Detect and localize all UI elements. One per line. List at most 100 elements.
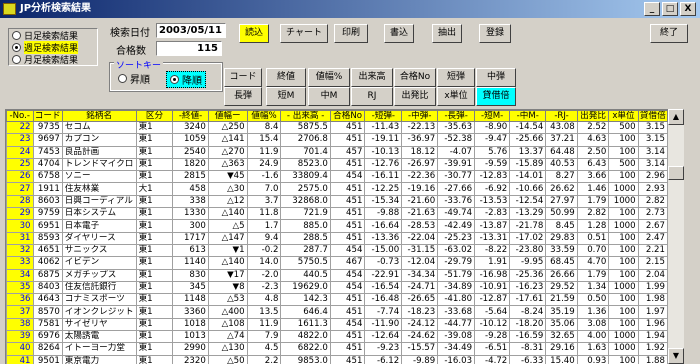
table-cell: 27.97 — [545, 194, 578, 209]
column-header[interactable]: 合格No — [329, 110, 366, 122]
extract-button[interactable]: 抽出 — [432, 24, 462, 43]
sort-unit-button[interactable]: x単位 — [437, 87, 475, 106]
chart-button[interactable]: チャート — [280, 24, 328, 43]
column-header[interactable]: 値幅% — [246, 110, 282, 122]
table-row[interactable]: 29 9759 日本システム 東1 1330 △140 11.8 721.9 451 -9.88-… — [6, 207, 668, 221]
table-row[interactable]: 39 6976 太陽誘電 東1 1013 △74 7.9 4822.0 451 -12.64 -24… — [6, 330, 668, 344]
table-cell: -9.47 — [474, 133, 511, 147]
column-header[interactable]: -RJ- — [545, 110, 578, 122]
column-header[interactable]: -中弾- — [401, 110, 439, 122]
date-field[interactable]: 2003/05/11 — [156, 23, 226, 38]
sort-lending-ratio-button[interactable]: 貸借倍 — [476, 87, 516, 106]
table-cell: 451 — [329, 330, 366, 344]
column-header[interactable]: 銘柄名 — [61, 110, 137, 122]
table-row[interactable]: 28 8603 日興コーディアル 東1 338 △12 3.7 32868.0 451 -15.3… — [6, 194, 668, 209]
write-button[interactable]: 書込 — [384, 24, 414, 43]
sort-desc[interactable]: 降順 — [166, 71, 206, 88]
table-cell: -22.13 — [401, 120, 439, 135]
minimize-button[interactable]: _ — [644, 2, 660, 16]
sort-mid-m-button[interactable]: 中M — [308, 87, 350, 106]
sort-close-button[interactable]: 終値 — [266, 68, 306, 87]
table-cell: 64.48 — [545, 145, 578, 159]
table-row[interactable]: 33 4062 イビデン 東1 1140 △140 14.0 5750.5 467 -0.73 -1… — [6, 256, 668, 270]
table-cell: 40 — [6, 342, 34, 356]
exit-button[interactable]: 終了 — [650, 24, 688, 43]
table-cell: 29.16 — [545, 342, 578, 356]
table-row[interactable]: 24 7453 良品計画 東1 2540 △270 11.9 701.4 457 -10.13 18… — [6, 145, 668, 159]
results-grid: -No.- コード 銘柄名 区分 -終値- 値幅ー 値幅% - 出来高 - 合格No -短弾- -中… — [5, 109, 668, 364]
table-cell: 24 — [6, 145, 34, 159]
table-cell: 23 — [6, 133, 34, 147]
table-cell: -6.92 — [474, 182, 511, 196]
sort-short-m-button[interactable]: 短M — [266, 87, 306, 106]
table-row[interactable]: 32 4651 サニックス 東1 613 ▼1 -0.2 287.7 454 -15.00 -31.… — [6, 243, 668, 258]
table-cell: 451 — [329, 354, 366, 364]
table-row[interactable]: 27 1911 住友林業 大1 458 △30 7.0 2575.0 451 -12.25 -19.… — [6, 182, 668, 196]
column-header[interactable]: -短弾- — [364, 110, 403, 122]
column-header[interactable]: コード — [32, 110, 63, 122]
table-cell: 1.94 — [637, 330, 668, 344]
table-cell: 454 — [329, 317, 366, 332]
sort-volume-button[interactable]: 出来高 — [351, 68, 393, 87]
column-header[interactable]: x単位 — [608, 110, 639, 122]
table-cell: 454 — [329, 268, 366, 282]
table-cell: 東1 — [135, 194, 174, 209]
table-row[interactable]: 40 8264 イトーヨー力堂 東1 2990 △130 4.5 6822.0 451 -9.23… — [6, 342, 668, 356]
sort-code-button[interactable]: コード — [224, 68, 262, 87]
table-cell: -15.34 — [364, 194, 403, 209]
mode-monthly[interactable]: 月足検索結果 — [9, 53, 97, 66]
print-button[interactable]: 印刷 — [334, 24, 368, 43]
table-row[interactable]: 31 8593 ダイヤリース 東1 1717 △147 9.4 288.5 451 -13.36-… — [6, 231, 668, 245]
sort-range-pct-button[interactable]: 値幅% — [308, 68, 350, 87]
column-header[interactable]: 出発比 — [576, 110, 610, 122]
table-cell: 3.7 — [246, 194, 282, 209]
table-cell: 500 — [608, 157, 639, 172]
table-row[interactable]: 26 6758 ソニー 東1 2815 ▼45 -1.6 33809.4 454 -16.11 -2… — [6, 170, 668, 184]
sort-short-button[interactable]: 短弾 — [437, 68, 475, 87]
column-header[interactable]: 値幅ー — [207, 110, 248, 122]
column-header[interactable]: -No.- — [6, 110, 34, 122]
scroll-thumb[interactable] — [668, 166, 684, 180]
vertical-scrollbar[interactable]: ▲ ▼ — [668, 109, 684, 364]
table-row[interactable]: 38 7581 サイゼリヤ 東1 1018 △108 11.9 1611.3 454 -11.90… — [6, 317, 668, 332]
table-cell: 東1 — [135, 231, 174, 245]
table-row[interactable]: 23 9697 カプコン 東1 1059 △141 15.4 2706.8 451 -19.11-… — [6, 133, 668, 147]
table-row[interactable]: 30 6951 日本電子 東1 300 △5 1.7 885.0 451 -16.64 -28.53… — [6, 219, 668, 233]
column-header[interactable]: -長弾- — [437, 110, 476, 122]
column-header[interactable]: - 出来高 - — [280, 110, 331, 122]
table-cell: カプコン — [61, 133, 137, 147]
table-row[interactable]: 41 9501 東京電力 東1 2320 △50 2.2 9853.0 451 -6.12 -9.8… — [6, 354, 668, 364]
register-button[interactable]: 登録 — [479, 24, 511, 43]
maximize-button[interactable]: □ — [662, 2, 678, 16]
close-button[interactable]: X — [680, 2, 696, 16]
read-button[interactable]: 読込 — [239, 24, 269, 43]
table-row[interactable]: 36 4643 コナミスポーツ 東1 1148 △53 4.8 142.3 451 -16.48-… — [6, 293, 668, 307]
mode-weekly[interactable]: 週足検索結果 — [9, 40, 97, 54]
table-row[interactable]: 37 8570 イオンクレジット 東1 3360 △400 13.5 646.4 451 -7.7… — [6, 305, 668, 319]
table-cell: 142.3 — [280, 293, 331, 307]
table-row[interactable]: 25 4704 トレンドマイクロ 東1 1820 △363 24.9 8523.0 451 -12… — [6, 157, 668, 172]
table-cell: 東1 — [135, 120, 174, 135]
sort-start-ratio-button[interactable]: 出発比 — [394, 87, 436, 106]
table-cell: 29.83 — [545, 231, 578, 245]
sort-rj-button[interactable]: RJ — [351, 87, 393, 106]
sort-mid-button[interactable]: 中弾 — [476, 68, 516, 87]
scroll-up-arrow-icon[interactable]: ▲ — [668, 109, 684, 125]
column-header[interactable]: -短M- — [474, 110, 511, 122]
table-row[interactable]: 35 8403 住友信託銀行 東1 345 ▼8 -2.3 19629.0 454 -16.54-… — [6, 280, 668, 295]
table-cell: 3.14 — [637, 157, 668, 172]
table-cell: 1.36 — [576, 305, 610, 319]
table-row[interactable]: 34 6875 メガチップス 東1 830 ▼17 -2.0 440.5 454 -22.91 -3… — [6, 268, 668, 282]
sort-passno-button[interactable]: 合格No — [394, 68, 436, 87]
sort-asc[interactable]: 昇順 — [118, 71, 150, 86]
scroll-down-arrow-icon[interactable]: ▼ — [668, 348, 684, 364]
column-header[interactable]: 貸借倍 — [637, 110, 668, 122]
table-row[interactable]: 22 9735 セコム 東1 3240 △250 8.4 5875.5 451 -11.43 -22… — [6, 120, 668, 135]
table-cell: 1.34 — [576, 280, 610, 295]
mode-daily[interactable]: 日足検索結果 — [9, 29, 97, 42]
column-header[interactable]: -終値- — [172, 110, 209, 122]
column-header[interactable]: -中M- — [509, 110, 547, 122]
column-header[interactable]: 区分 — [135, 110, 174, 122]
sort-long-button[interactable]: 長弾 — [224, 87, 262, 106]
table-cell: 3.15 — [637, 133, 668, 147]
